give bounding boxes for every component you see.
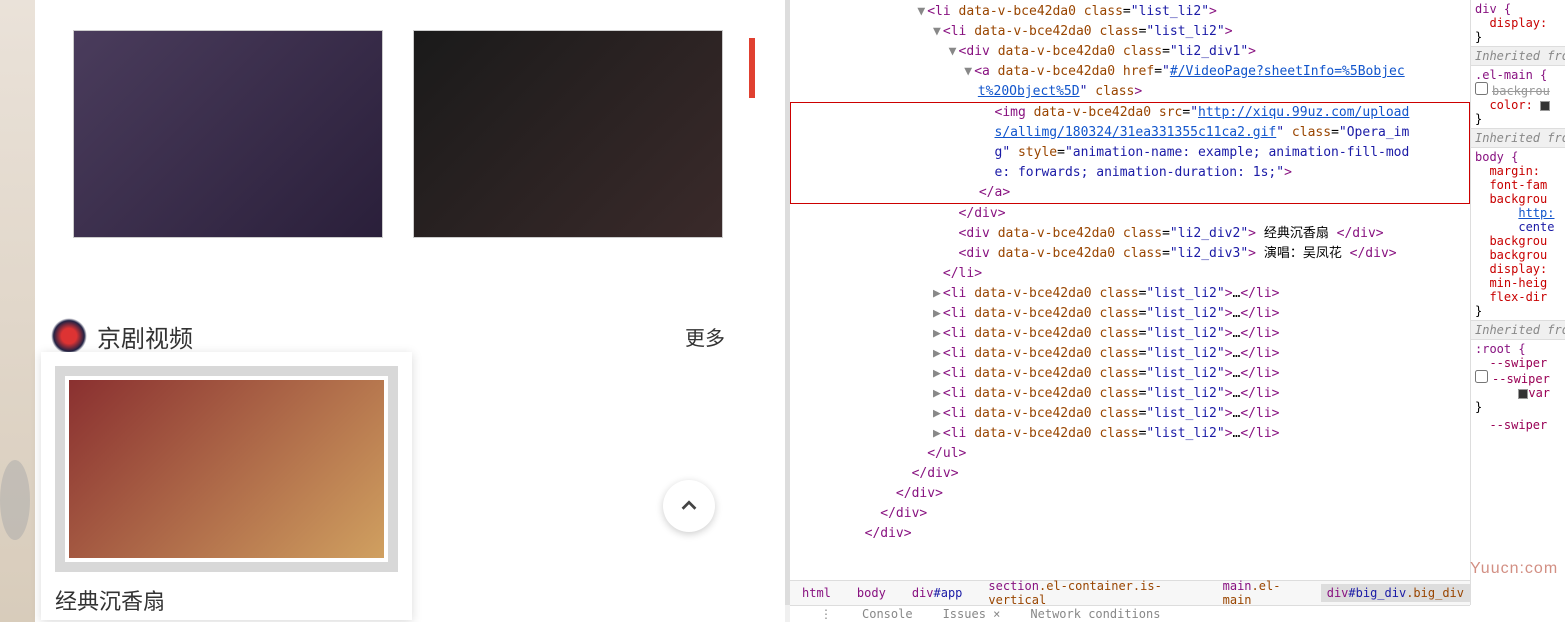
styles-separator: Inherited from <box>1471 128 1565 148</box>
breadcrumb-item[interactable]: html <box>796 584 837 602</box>
styles-rule[interactable]: div { display:} <box>1471 0 1565 46</box>
dom-node[interactable]: </li> <box>790 264 1470 284</box>
dom-node[interactable]: ▶<li data-v-bce42da0 class="list_li2">…<… <box>790 404 1470 424</box>
opera-mask-icon <box>51 318 87 354</box>
dom-node[interactable]: ▼<a data-v-bce42da0 href="#/VideoPage?sh… <box>790 62 1470 102</box>
breadcrumb[interactable]: htmlbodydiv#appsection.el-container.is-v… <box>790 580 1470 605</box>
highlighted-node[interactable]: <img data-v-bce42da0 src="http://xiqu.99… <box>790 102 1470 204</box>
devtools-drawer[interactable]: ⋮ Console Issues × Network conditions <box>790 605 1470 622</box>
watermark-text: Yuucn:com <box>1470 560 1558 578</box>
more-link[interactable]: 更多 <box>685 322 725 351</box>
dom-node[interactable]: ▶<li data-v-bce42da0 class="list_li2">…<… <box>790 384 1470 404</box>
scroll-to-top-button[interactable] <box>663 480 715 532</box>
dom-node[interactable]: </div> <box>790 484 1470 504</box>
devtools-panel: ▼<li data-v-bce42da0 class="list_li2"> ▼… <box>790 0 1565 622</box>
section-header: 京剧视频 更多 <box>35 238 785 364</box>
drawer-tab-console[interactable]: Console <box>862 607 913 621</box>
breadcrumb-item[interactable]: div#big_div.big_div <box>1321 584 1470 602</box>
dom-node[interactable]: <div data-v-bce42da0 class="li2_div2"> 经… <box>790 224 1470 244</box>
breadcrumb-item[interactable]: body <box>851 584 892 602</box>
styles-rule[interactable]: --swiper <box>1471 416 1565 434</box>
styles-rule[interactable]: :root { --swiper--swiper var} <box>1471 340 1565 416</box>
styles-separator: Inherited from <box>1471 46 1565 66</box>
styles-separator: Inherited from <box>1471 320 1565 340</box>
drawer-tab-network-conditions[interactable]: Network conditions <box>1030 607 1160 621</box>
card-caption: 经典沉香扇 <box>55 584 398 616</box>
dom-node[interactable]: ▶<li data-v-bce42da0 class="list_li2">…<… <box>790 424 1470 444</box>
elements-tree[interactable]: ▼<li data-v-bce42da0 class="list_li2"> ▼… <box>790 0 1470 580</box>
dom-node[interactable]: </div> <box>790 464 1470 484</box>
page-background-deco <box>0 0 35 622</box>
style-toggle-checkbox[interactable] <box>1475 82 1488 95</box>
close-icon[interactable]: × <box>993 607 1000 621</box>
dom-node[interactable]: g" style="animation-name: example; anima… <box>791 143 1469 183</box>
video-thumbnail[interactable] <box>73 30 383 238</box>
style-toggle-checkbox[interactable] <box>1475 370 1488 383</box>
dom-node[interactable]: ▶<li data-v-bce42da0 class="list_li2">…<… <box>790 324 1470 344</box>
dom-node[interactable]: </div> <box>790 504 1470 524</box>
dom-node[interactable]: <div data-v-bce42da0 class="li2_div3"> 演… <box>790 244 1470 264</box>
video-thumbnail[interactable] <box>413 30 723 238</box>
dom-node[interactable]: s/allimg/180324/31ea331355c11ca2.gif" cl… <box>791 123 1469 143</box>
dom-node[interactable]: ▼<li data-v-bce42da0 class="list_li2"> <box>790 22 1470 42</box>
dom-node[interactable]: ▶<li data-v-bce42da0 class="list_li2">…<… <box>790 344 1470 364</box>
chevron-up-icon <box>678 495 700 517</box>
dom-node[interactable]: <img data-v-bce42da0 src="http://xiqu.99… <box>791 103 1469 123</box>
section-title: 京剧视频 <box>97 319 193 354</box>
breadcrumb-item[interactable]: div#app <box>906 584 969 602</box>
drawer-menu-icon[interactable]: ⋮ <box>820 607 832 621</box>
accent-bar <box>749 38 755 98</box>
styles-rule[interactable]: body { margin: font-fam backgrou http: c… <box>1471 148 1565 320</box>
video-thumb-row <box>35 0 785 238</box>
dom-node[interactable]: ▶<li data-v-bce42da0 class="list_li2">…<… <box>790 364 1470 384</box>
video-card[interactable]: 经典沉香扇 <box>41 352 412 620</box>
styles-panel[interactable]: div { display:}Inherited from.el-main {b… <box>1470 0 1565 605</box>
drawer-tab-issues[interactable]: Issues × <box>943 607 1001 621</box>
page-content: 京剧视频 更多 经典沉香扇 <box>35 0 785 622</box>
dom-node[interactable]: </div> <box>790 524 1470 544</box>
page-viewport: 京剧视频 更多 经典沉香扇 <box>0 0 785 622</box>
dom-node[interactable]: </div> <box>790 204 1470 224</box>
card-frame <box>55 366 398 572</box>
dom-node[interactable]: ▶<li data-v-bce42da0 class="list_li2">…<… <box>790 284 1470 304</box>
dom-node[interactable]: ▼<li data-v-bce42da0 class="list_li2"> <box>790 2 1470 22</box>
dom-node[interactable]: </ul> <box>790 444 1470 464</box>
card-thumbnail <box>69 380 384 558</box>
dom-node[interactable]: ▼<div data-v-bce42da0 class="li2_div1"> <box>790 42 1470 62</box>
dom-node[interactable]: </a> <box>791 183 1469 203</box>
dom-node[interactable]: ▶<li data-v-bce42da0 class="list_li2">…<… <box>790 304 1470 324</box>
styles-rule[interactable]: .el-main {backgrou color: } <box>1471 66 1565 128</box>
